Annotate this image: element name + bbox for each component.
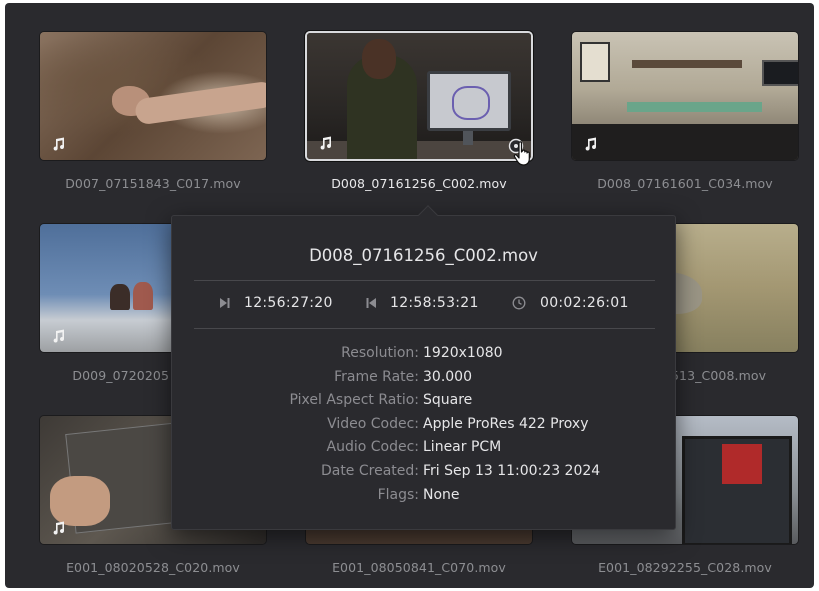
metadata-row-video-codec: Video Codec: Apple ProRes 422 Proxy xyxy=(172,414,675,438)
play-to-end-icon xyxy=(220,298,230,308)
metadata-value: None xyxy=(423,486,460,503)
popover-title: D008_07161256_C002.mov xyxy=(309,246,538,265)
popover-arrow xyxy=(418,205,438,225)
metadata-row-frame-rate: Frame Rate: 30.000 xyxy=(172,367,675,391)
end-timecode: 12:58:53:21 xyxy=(366,295,479,311)
clip-name[interactable]: D007_07151843_C017.mov xyxy=(39,176,267,191)
metadata-value: 30.000 xyxy=(423,368,472,385)
metadata-row-date-created: Date Created: Fri Sep 13 11:00:23 2024 xyxy=(172,461,675,485)
clip-thumbnail-image xyxy=(307,33,531,159)
clip-thumbnail-d007[interactable] xyxy=(39,31,267,161)
metadata-list: Resolution: 1920x1080 Frame Rate: 30.000… xyxy=(172,343,675,508)
metadata-value: Fri Sep 13 11:00:23 2024 xyxy=(423,462,601,479)
metadata-key: Pixel Aspect Ratio: xyxy=(289,392,420,409)
start-timecode: 12:56:27:20 xyxy=(220,295,333,311)
media-pool-panel: D007_07151843_C017.mov D008_07161256_C00… xyxy=(5,3,814,588)
clip-name[interactable]: E001_08050841_C070.mov xyxy=(305,560,533,575)
end-timecode-value: 12:58:53:21 xyxy=(390,295,479,311)
metadata-value: Apple ProRes 422 Proxy xyxy=(423,415,589,432)
metadata-key: Resolution: xyxy=(341,345,419,361)
clip-name[interactable]: D009_0720205 xyxy=(39,368,169,383)
metadata-key: Video Codec: xyxy=(327,415,419,432)
clip-thumbnail-image xyxy=(40,32,266,160)
metadata-key: Frame Rate: xyxy=(334,368,419,385)
metadata-key: Flags: xyxy=(377,486,419,503)
metadata-row-audio-codec: Audio Codec: Linear PCM xyxy=(172,437,675,461)
clip-thumbnail-d008-c034[interactable] xyxy=(571,31,799,161)
metadata-row-flags: Flags: None xyxy=(172,485,675,509)
duration-timecode: 00:02:26:01 xyxy=(512,295,629,311)
divider xyxy=(194,328,655,329)
duration-timecode-value: 00:02:26:01 xyxy=(540,295,629,311)
metadata-value: Square xyxy=(423,392,473,409)
music-note-icon xyxy=(585,137,597,151)
metadata-key: Date Created: xyxy=(320,462,419,479)
metadata-value: Linear PCM xyxy=(423,439,502,456)
clip-thumbnail-image xyxy=(572,32,798,160)
timecode-row: 12:56:27:20 12:58:53:21 00:02:26:01 xyxy=(172,295,675,315)
music-note-icon xyxy=(53,329,65,343)
clip-name-selected[interactable]: D008_07161256_C002.mov xyxy=(305,176,533,191)
clip-name[interactable]: E001_08020528_C020.mov xyxy=(39,560,267,575)
metadata-row-pixel-aspect: Pixel Aspect Ratio: Square xyxy=(172,390,675,414)
clip-name[interactable]: E001_08292255_C028.mov xyxy=(571,560,799,575)
metadata-row-resolution: Resolution: 1920x1080 xyxy=(172,343,675,367)
clock-icon xyxy=(512,296,526,310)
skip-back-icon xyxy=(366,298,376,308)
hand-pointer-cursor xyxy=(513,141,530,166)
clip-info-popover: D008_07161256_C002.mov 12:56:27:20 12:58… xyxy=(171,205,676,530)
divider xyxy=(194,280,655,281)
music-note-icon xyxy=(320,136,332,150)
clip-name[interactable]: D008_07161601_C034.mov xyxy=(571,176,799,191)
start-timecode-value: 12:56:27:20 xyxy=(244,295,333,311)
music-note-icon xyxy=(53,521,65,535)
metadata-key: Audio Codec: xyxy=(326,439,420,456)
music-note-icon xyxy=(53,137,65,151)
metadata-value: 1920x1080 xyxy=(423,345,503,361)
clip-thumbnail-d008-c002[interactable] xyxy=(305,31,533,161)
clip-name[interactable]: 513_C008.mov xyxy=(671,368,799,383)
